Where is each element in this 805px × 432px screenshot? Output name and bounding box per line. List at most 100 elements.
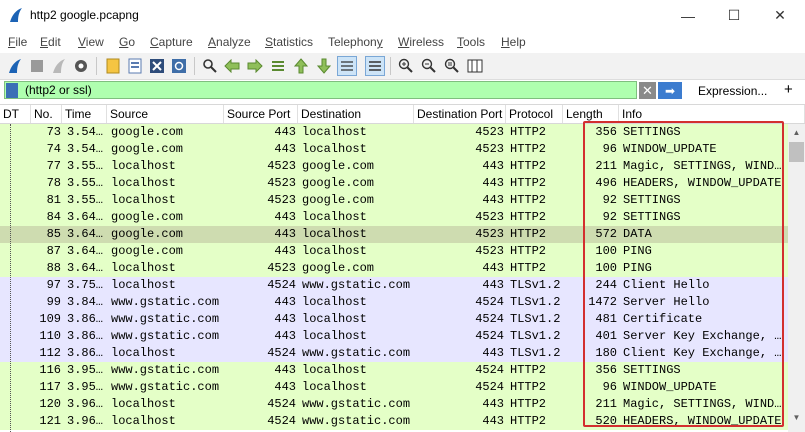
capture-options-icon[interactable] (71, 56, 91, 76)
packet-dest-cell: localhost (302, 210, 367, 224)
packet-dest-cell: www.gstatic.com (302, 346, 411, 360)
packet-row[interactable]: 116 3.95… www.gstatic.com 443 localhost 4524 H… (0, 362, 788, 379)
packet-info-cell: SETTINGS (623, 125, 681, 139)
add-filter-button[interactable]: + (784, 81, 793, 98)
title-bar: http2 google.pcapng — ☐ ✕ (0, 0, 805, 31)
column-header-protocol[interactable]: Protocol (506, 105, 563, 123)
packet-time-cell: 3.64… (67, 227, 104, 241)
packet-list: 73 3.54… google.com 443 localhost 4523 HTTP2 35… (0, 124, 788, 430)
packet-info-cell: HEADERS, WINDOW_UPDATE (623, 414, 782, 428)
scroll-up-icon[interactable]: ▲ (788, 124, 805, 141)
packet-row[interactable]: 87 3.64… google.com 443 localhost 4523 HTTP2 10… (0, 243, 788, 260)
maximize-button[interactable]: ☐ (711, 0, 757, 31)
go-first-packet-icon[interactable] (291, 56, 311, 76)
zoom-in-icon[interactable] (396, 56, 416, 76)
column-header-dt[interactable]: DT (0, 105, 31, 123)
go-to-packet-icon[interactable] (268, 56, 288, 76)
packet-row[interactable]: 97 3.75… localhost 4524 www.gstatic.com 443 TL… (0, 277, 788, 294)
packet-time-cell: 3.64… (67, 244, 104, 258)
menu-file[interactable]: File (8, 35, 27, 49)
clear-filter-icon[interactable]: ✕ (639, 82, 656, 99)
start-capture-icon[interactable] (5, 56, 25, 76)
column-header-source-port[interactable]: Source Port (224, 105, 298, 123)
menu-go[interactable]: Go (119, 35, 135, 49)
find-packet-icon[interactable] (200, 56, 220, 76)
restart-capture-icon[interactable] (49, 56, 69, 76)
toolbar-separator (390, 57, 391, 75)
packet-sport-cell: 4524 (267, 346, 296, 360)
packet-proto-cell: HTTP2 (510, 380, 547, 394)
close-file-icon[interactable] (147, 56, 167, 76)
menu-edit[interactable]: Edit (40, 35, 61, 49)
menu-view[interactable]: View (78, 35, 104, 49)
packet-dport-cell: 4524 (475, 363, 504, 377)
packet-time-cell: 3.64… (67, 261, 104, 275)
reload-file-icon[interactable] (169, 56, 189, 76)
menu-telephony[interactable]: Telephony (328, 35, 383, 49)
packet-row[interactable]: 88 3.64… localhost 4523 google.com 443 HTTP2 10… (0, 260, 788, 277)
column-header-length[interactable]: Length (563, 105, 619, 123)
vertical-scrollbar[interactable] (788, 124, 805, 432)
go-back-icon[interactable] (222, 56, 242, 76)
packet-row[interactable]: 109 3.86… www.gstatic.com 443 localhost 4524 T… (0, 311, 788, 328)
filter-bookmark-icon[interactable] (6, 83, 18, 98)
minimize-button[interactable]: — (665, 0, 711, 31)
close-button[interactable]: ✕ (757, 0, 803, 31)
resize-columns-icon[interactable] (465, 56, 485, 76)
packet-no-cell: 110 (39, 329, 61, 343)
menu-capture[interactable]: Capture (150, 35, 193, 49)
packet-source-cell: localhost (111, 193, 176, 207)
column-header-time[interactable]: Time (62, 105, 107, 123)
packet-proto-cell: HTTP2 (510, 142, 547, 156)
packet-row[interactable]: 78 3.55… localhost 4523 google.com 443 HTTP2 49… (0, 175, 788, 192)
menu-statistics[interactable]: Statistics (265, 35, 313, 49)
packet-no-cell: 73 (46, 125, 61, 139)
zoom-out-icon[interactable] (419, 56, 439, 76)
normal-size-icon[interactable] (442, 56, 462, 76)
packet-source-cell: www.gstatic.com (111, 295, 220, 309)
packet-len-cell: 356 (595, 363, 617, 377)
packet-row[interactable]: 85 3.64… google.com 443 localhost 4523 HTTP2 57… (0, 226, 788, 243)
auto-scroll-icon[interactable] (337, 56, 357, 76)
colorize-icon[interactable] (365, 56, 385, 76)
scroll-down-icon[interactable]: ▼ (788, 409, 805, 426)
go-last-packet-icon[interactable] (314, 56, 334, 76)
packet-time-cell: 3.95… (67, 363, 104, 377)
packet-dest-cell: localhost (302, 125, 367, 139)
packet-row[interactable]: 110 3.86… www.gstatic.com 443 localhost 4524 T… (0, 328, 788, 345)
packet-dest-cell: google.com (302, 261, 375, 275)
packet-len-cell: 244 (595, 278, 617, 292)
save-file-icon[interactable] (125, 56, 145, 76)
stop-capture-icon[interactable] (27, 56, 47, 76)
scrollbar-thumb[interactable] (789, 142, 804, 162)
apply-filter-icon[interactable]: ➡ (658, 82, 682, 99)
packet-row[interactable]: 84 3.64… google.com 443 localhost 4523 HTTP2 92… (0, 209, 788, 226)
column-header-source[interactable]: Source (107, 105, 224, 123)
go-forward-icon[interactable] (245, 56, 265, 76)
open-file-icon[interactable] (103, 56, 123, 76)
packet-row[interactable]: 74 3.54… google.com 443 localhost 4523 HTTP2 96… (0, 141, 788, 158)
column-header-no[interactable]: No. (31, 105, 62, 123)
packet-row[interactable]: 117 3.95… www.gstatic.com 443 localhost 4524 H… (0, 379, 788, 396)
packet-row[interactable]: 112 3.86… localhost 4524 www.gstatic.com 443 T… (0, 345, 788, 362)
packet-no-cell: 120 (39, 397, 61, 411)
column-header-destination[interactable]: Destination (298, 105, 414, 123)
menu-analyze[interactable]: Analyze (208, 35, 251, 49)
packet-source-cell: localhost (111, 159, 176, 173)
menu-tools[interactable]: Tools (457, 35, 485, 49)
packet-row[interactable]: 77 3.55… localhost 4523 google.com 443 HTTP2 21… (0, 158, 788, 175)
expression-button[interactable]: Expression... (698, 84, 767, 98)
menu-wireless[interactable]: Wireless (398, 35, 444, 49)
packet-row[interactable]: 73 3.54… google.com 443 localhost 4523 HTTP2 35… (0, 124, 788, 141)
packet-row[interactable]: 81 3.55… localhost 4523 google.com 443 HTTP2 92… (0, 192, 788, 209)
menu-help[interactable]: Help (501, 35, 526, 49)
packet-dport-cell: 443 (482, 414, 504, 428)
packet-row[interactable]: 120 3.96… localhost 4524 www.gstatic.com 443 H… (0, 396, 788, 413)
column-header-info[interactable]: Info (619, 105, 805, 123)
column-header-destination-port[interactable]: Destination Port (414, 105, 506, 123)
packet-row[interactable]: 121 3.96… localhost 4524 www.gstatic.com 443 H… (0, 413, 788, 430)
packet-row[interactable]: 99 3.84… www.gstatic.com 443 localhost 4524 TL… (0, 294, 788, 311)
display-filter-input[interactable] (4, 81, 637, 99)
packet-sport-cell: 4523 (267, 261, 296, 275)
packet-no-cell: 121 (39, 414, 61, 428)
